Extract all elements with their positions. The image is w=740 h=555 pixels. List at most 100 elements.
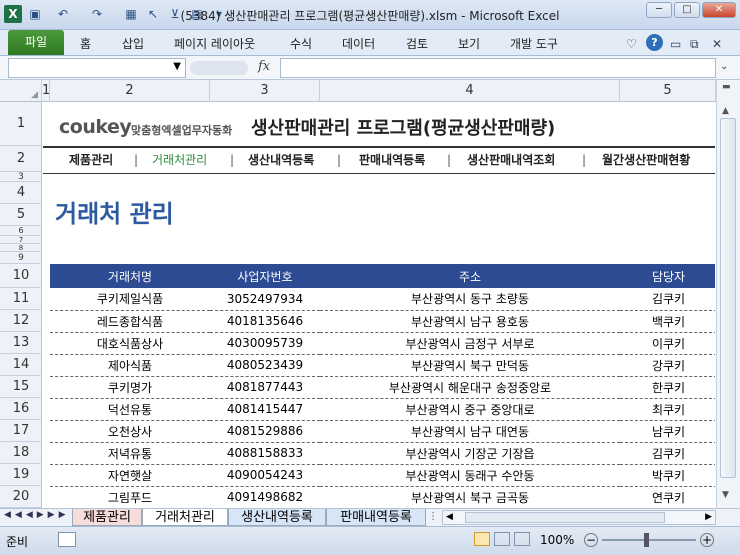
nav-sales-entry[interactable]: 판매내역등록 [359,148,425,172]
scroll-thumb[interactable] [720,118,736,478]
cell-manager[interactable]: 남쿠키 [620,420,715,443]
row-header[interactable]: 19 [0,464,42,486]
cell-address[interactable]: 부산광역시 남구 용호동 [320,310,620,333]
sheet-tab-sales-entry[interactable]: 판매내역등록 [326,509,426,526]
sheet-tab-production-entry[interactable]: 생산내역등록 [228,509,326,526]
minimize-button[interactable]: ─ [646,2,672,18]
vertical-scrollbar[interactable]: ▬ ▲ ▼ [716,80,740,508]
window-minimize-icon[interactable]: ▭ [670,33,681,55]
cell-business-number[interactable]: 4090054243 [210,464,320,487]
row-header[interactable]: 4 [0,182,42,204]
cell-business-number[interactable]: 4088158833 [210,442,320,465]
row-header[interactable]: 3 [0,172,42,182]
cell-address[interactable]: 부산광역시 동래구 수안동 [320,464,620,487]
help-icon[interactable]: ? [646,34,663,51]
cell-manager[interactable]: 김쿠키 [620,442,715,465]
row-header[interactable]: 13 [0,332,42,354]
table-header[interactable]: 거래처명 [50,264,210,288]
normal-view-icon[interactable] [474,532,490,546]
cell-business-number[interactable]: 4081877443 [210,376,320,399]
row-header[interactable]: 10 [0,264,42,288]
nav-product[interactable]: 제품관리 [69,148,113,172]
row-header[interactable]: 1 [0,102,42,146]
cell-business-number[interactable]: 4030095739 [210,332,320,355]
row-header[interactable]: 15 [0,376,42,398]
column-header[interactable]: 5 [620,80,716,102]
scroll-right-icon[interactable]: ▶ [705,512,712,522]
cell-address[interactable]: 부산광역시 동구 초량동 [320,288,620,311]
tab-data[interactable]: 데이터 [342,33,375,55]
column-header[interactable]: 3 [210,80,320,102]
scroll-left-icon[interactable]: ◀ [446,512,453,522]
function-icon[interactable]: fx [258,59,270,74]
cell-business-number[interactable]: 4080523439 [210,354,320,377]
cell-business-number[interactable]: 4018135646 [210,310,320,333]
page-break-view-icon[interactable] [514,532,530,546]
close-button[interactable]: ✕ [702,2,736,18]
cell-manager[interactable]: 최쿠키 [620,398,715,421]
cell-manager[interactable]: 강쿠키 [620,354,715,377]
zoom-out-button[interactable]: − [584,533,598,547]
cell-manager[interactable]: 한쿠키 [620,376,715,399]
name-box[interactable]: ▼ [8,58,186,78]
tab-page-layout[interactable]: 페이지 레이아웃 [174,33,255,55]
tab-split-icon[interactable]: ⋮ [428,511,438,522]
tab-file[interactable]: 파일 [8,30,64,55]
nav-client[interactable]: 거래처관리 [152,148,207,172]
page-layout-view-icon[interactable] [494,532,510,546]
row-header[interactable]: 12 [0,310,42,332]
zoom-slider[interactable] [602,539,696,541]
table-header[interactable]: 담당자 [620,264,715,288]
expand-formula-icon[interactable]: ⌄ [720,61,728,72]
zoom-in-button[interactable]: + [700,533,714,547]
cell-client-name[interactable]: 쿠키제일식품 [50,288,210,311]
row-header[interactable]: 18 [0,442,42,464]
cell-client-name[interactable]: 그림푸드 [50,486,210,508]
maximize-button[interactable]: □ [674,2,700,18]
cell-client-name[interactable]: 제아식품 [50,354,210,377]
row-header[interactable]: 5 [0,204,42,226]
cell-client-name[interactable]: 자연햇살 [50,464,210,487]
row-header[interactable]: 9 [0,252,42,264]
nav-monthly-status[interactable]: 월간생산판매현황 [602,148,690,172]
row-header[interactable]: 14 [0,354,42,376]
scroll-down-icon[interactable]: ▼ [722,490,729,500]
zoom-slider-thumb[interactable] [644,533,649,547]
cell-manager[interactable]: 이쿠키 [620,332,715,355]
row-header[interactable]: 6 [0,226,42,236]
cell-client-name[interactable]: 오천상사 [50,420,210,443]
column-header[interactable]: 1 [42,80,50,102]
cell-client-name[interactable]: 덕선유통 [50,398,210,421]
sheet-tab-client[interactable]: 거래처관리 [142,509,228,526]
cell-client-name[interactable]: 대호식품상사 [50,332,210,355]
cell-business-number[interactable]: 3052497934 [210,288,320,311]
select-all-corner[interactable]: ◢ [0,80,42,102]
table-header[interactable]: 주소 [320,264,620,288]
ribbon-minimize-icon[interactable]: ♡ [626,33,637,55]
formula-input[interactable] [280,58,716,78]
cell-address[interactable]: 부산광역시 북구 금곡동 [320,486,620,508]
cell-manager[interactable]: 박쿠키 [620,464,715,487]
window-restore-icon[interactable]: ⧉ [690,33,699,55]
worksheet-area[interactable]: coukey 맞춤형엑셀업무자동화 생산판매관리 프로그램(평균생산판매량) 제… [43,102,715,508]
sheet-tab-product[interactable]: 제품관리 [72,509,142,526]
cell-business-number[interactable]: 4081415447 [210,398,320,421]
cell-manager[interactable]: 연쿠키 [620,486,715,508]
scroll-up-icon[interactable]: ▲ [722,106,729,116]
macro-record-icon[interactable] [58,532,76,547]
tab-insert[interactable]: 삽입 [122,33,144,55]
cell-business-number[interactable]: 4081529886 [210,420,320,443]
row-header[interactable]: 17 [0,420,42,442]
cell-manager[interactable]: 김쿠키 [620,288,715,311]
nav-production-entry[interactable]: 생산내역등록 [248,148,314,172]
cell-address[interactable]: 부산광역시 중구 중앙대로 [320,398,620,421]
cell-address[interactable]: 부산광역시 기장군 기장읍 [320,442,620,465]
tab-review[interactable]: 검토 [406,33,428,55]
row-header[interactable]: 8 [0,244,42,252]
row-header[interactable]: 11 [0,288,42,310]
row-header[interactable]: 20 [0,486,42,508]
cell-address[interactable]: 부산광역시 북구 만덕동 [320,354,620,377]
cell-address[interactable]: 부산광역시 해운대구 송정중앙로 [320,376,620,399]
cell-client-name[interactable]: 레드종합식품 [50,310,210,333]
chevron-down-icon[interactable]: ▼ [173,61,181,72]
